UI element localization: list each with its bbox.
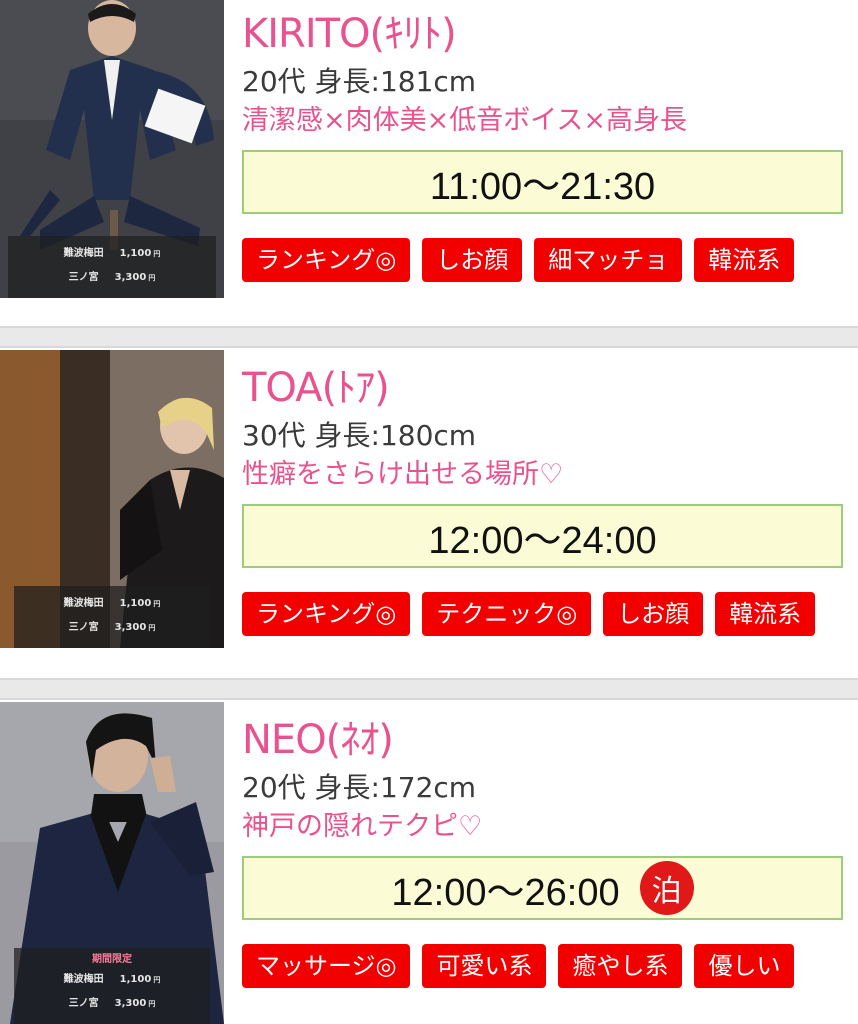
cast-card[interactable]: 難波梅田 1,100 円 三ノ宮 3,300 円 TOA(ﾄｱ) 30代 身長:18… bbox=[0, 348, 858, 678]
cast-photo[interactable]: 期間限定 難波梅田 1,100 円 三ノ宮 3,300 円 bbox=[0, 702, 224, 1024]
tag[interactable]: しお顔 bbox=[422, 238, 523, 282]
tag[interactable]: 可愛い系 bbox=[422, 944, 547, 988]
price-value: 1,100 円 bbox=[119, 974, 161, 985]
work-hours-text: 11:00〜21:30 bbox=[429, 165, 656, 208]
cast-card[interactable]: 難波梅田 1,100 円 三ノ宮 3,300 円 KIRITO(ｷﾘﾄ) 20代 身… bbox=[0, 0, 858, 324]
work-hours: 12:00〜24:00 bbox=[242, 504, 843, 568]
cast-name[interactable]: TOA(ﾄｱ) bbox=[242, 364, 846, 412]
cast-age-height: 20代 身長:181cm bbox=[242, 65, 477, 98]
price-area: 三ノ宮 bbox=[68, 272, 99, 283]
tag[interactable]: しお顔 bbox=[603, 592, 704, 636]
card-divider bbox=[0, 326, 858, 348]
card-divider bbox=[0, 678, 858, 700]
work-hours: 12:00〜26:00 泊 bbox=[242, 856, 843, 920]
cast-name[interactable]: KIRITO(ｷﾘﾄ) bbox=[242, 10, 846, 58]
tag[interactable]: テクニック◎ bbox=[422, 592, 592, 636]
price-box: 期間限定 難波梅田 1,100 円 三ノ宮 3,300 円 bbox=[14, 948, 210, 1024]
tag-list: マッサージ◎ 可愛い系 癒やし系 優しい bbox=[242, 944, 846, 988]
tag[interactable]: 癒やし系 bbox=[558, 944, 683, 988]
price-row: 三ノ宮 3,300 円 bbox=[8, 266, 216, 290]
cast-catchphrase: 性癖をさらけ出せる場所♡ bbox=[242, 459, 564, 490]
tag[interactable]: マッサージ◎ bbox=[242, 944, 411, 988]
cast-age-height: 20代 身長:172cm bbox=[242, 771, 477, 804]
price-area: 三ノ宮 bbox=[68, 622, 99, 633]
tag-list: ランキング◎ テクニック◎ しお顔 韓流系 bbox=[242, 592, 846, 636]
price-area: 難波梅田 bbox=[63, 598, 104, 609]
work-hours-text: 12:00〜24:00 bbox=[428, 519, 657, 562]
cast-name[interactable]: NEO(ﾈｵ) bbox=[242, 716, 846, 764]
tag[interactable]: 韓流系 bbox=[694, 238, 795, 282]
price-value: 3,300 円 bbox=[114, 622, 156, 633]
price-box: 難波梅田 1,100 円 三ノ宮 3,300 円 bbox=[8, 236, 216, 298]
price-value: 3,300 円 bbox=[114, 272, 156, 283]
work-hours: 11:00〜21:30 bbox=[242, 150, 843, 214]
cast-info: NEO(ﾈｵ) 20代 身長:172cm 神戸の隠れテクピ♡ 12:00〜26:… bbox=[242, 716, 846, 988]
price-row: 難波梅田 1,100 円 bbox=[14, 968, 210, 992]
price-box: 難波梅田 1,100 円 三ノ宮 3,300 円 bbox=[14, 586, 210, 648]
price-row: 三ノ宮 3,300 円 bbox=[14, 992, 210, 1016]
cast-info: TOA(ﾄｱ) 30代 身長:180cm 性癖をさらけ出せる場所♡ 12:00〜… bbox=[242, 364, 846, 636]
cast-age-height: 30代 身長:180cm bbox=[242, 419, 477, 452]
cast-info: KIRITO(ｷﾘﾄ) 20代 身長:181cm 清潔感×肉体美×低音ボイス×高… bbox=[242, 10, 846, 282]
price-value: 3,300 円 bbox=[114, 998, 156, 1009]
limited-label: 期間限定 bbox=[92, 954, 132, 965]
tag-list: ランキング◎ しお顔 細マッチョ 韓流系 bbox=[242, 238, 846, 282]
tag[interactable]: 細マッチョ bbox=[534, 238, 683, 282]
tag[interactable]: ランキング◎ bbox=[242, 592, 411, 636]
cast-photo[interactable]: 難波梅田 1,100 円 三ノ宮 3,300 円 bbox=[0, 0, 224, 298]
work-hours-text: 12:00〜26:00 bbox=[391, 871, 620, 914]
cast-photo[interactable]: 難波梅田 1,100 円 三ノ宮 3,300 円 bbox=[0, 350, 224, 648]
tag[interactable]: 優しい bbox=[694, 944, 795, 988]
overnight-badge: 泊 bbox=[639, 861, 694, 915]
tag[interactable]: 韓流系 bbox=[715, 592, 816, 636]
price-row: 三ノ宮 3,300 円 bbox=[14, 616, 210, 640]
price-value: 1,100 円 bbox=[119, 248, 161, 259]
price-area: 難波梅田 bbox=[63, 974, 104, 985]
tag[interactable]: ランキング◎ bbox=[242, 238, 411, 282]
cast-card[interactable]: 期間限定 難波梅田 1,100 円 三ノ宮 3,300 円 NEO(ﾈｵ) 20代 … bbox=[0, 700, 858, 1024]
cast-list: 難波梅田 1,100 円 三ノ宮 3,300 円 KIRITO(ｷﾘﾄ) 20代 身… bbox=[0, 0, 858, 1024]
price-area: 難波梅田 bbox=[63, 248, 104, 259]
price-row: 難波梅田 1,100 円 bbox=[14, 592, 210, 616]
cast-catchphrase: 神戸の隠れテクピ♡ bbox=[242, 811, 483, 842]
price-row: 難波梅田 1,100 円 bbox=[8, 242, 216, 266]
cast-catchphrase: 清潔感×肉体美×低音ボイス×高身長 bbox=[242, 105, 688, 136]
price-area: 三ノ宮 bbox=[68, 998, 99, 1009]
price-value: 1,100 円 bbox=[119, 598, 161, 609]
